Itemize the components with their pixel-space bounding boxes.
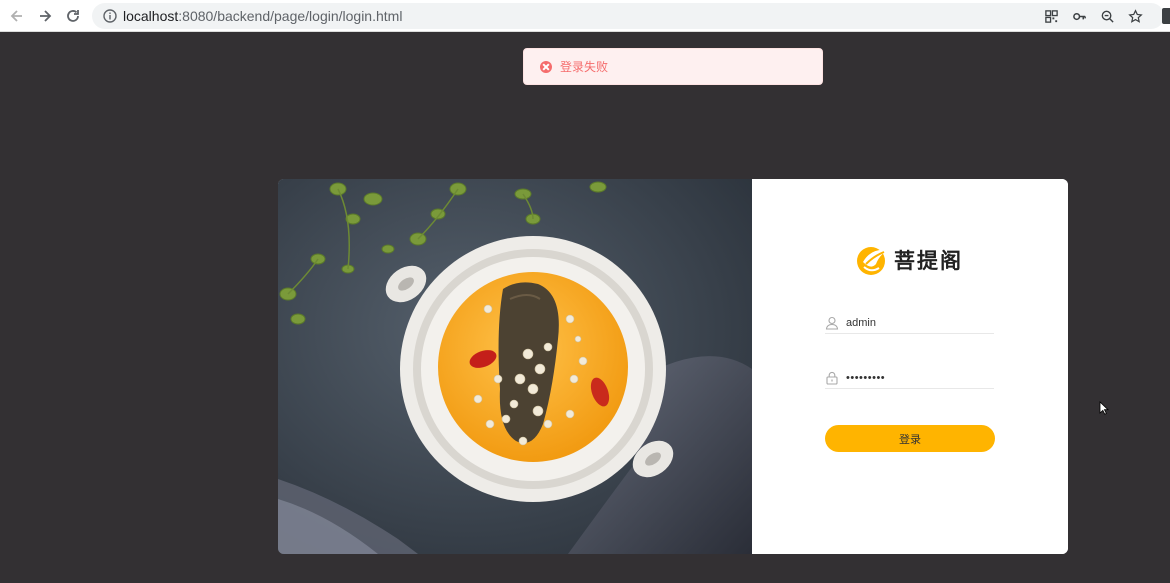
brand-mark-icon bbox=[857, 247, 887, 275]
url-path: :8080/backend/page/login/login.html bbox=[178, 8, 403, 24]
reload-icon[interactable] bbox=[62, 5, 84, 27]
mouse-cursor-icon bbox=[1099, 401, 1109, 415]
password-input[interactable]: ••••••••• bbox=[846, 372, 885, 384]
username-field[interactable]: admin bbox=[825, 312, 994, 334]
brand-logo: 菩提阁 bbox=[854, 242, 963, 278]
zoom-out-icon[interactable] bbox=[1098, 7, 1116, 25]
error-message-text: 登录失败 bbox=[560, 60, 609, 74]
star-icon[interactable] bbox=[1126, 7, 1144, 25]
login-panel: 菩提阁 admin ••••••••• 登录 bbox=[752, 179, 1068, 554]
qr-code-icon[interactable] bbox=[1042, 7, 1060, 25]
url-host: localhost bbox=[123, 8, 179, 24]
address-bar[interactable]: localhost:8080/backend/page/login/login.… bbox=[92, 3, 1164, 29]
extension-icon[interactable] bbox=[1162, 8, 1170, 24]
user-icon bbox=[825, 316, 839, 330]
username-input[interactable]: admin bbox=[846, 317, 876, 329]
back-icon[interactable] bbox=[6, 5, 28, 27]
browser-toolbar: localhost:8080/backend/page/login/login.… bbox=[0, 0, 1170, 32]
login-card: 菩提阁 admin ••••••••• 登录 bbox=[278, 179, 1068, 554]
password-field[interactable]: ••••••••• bbox=[825, 367, 994, 389]
key-icon[interactable] bbox=[1070, 7, 1088, 25]
brand-name: 菩提阁 bbox=[894, 249, 963, 273]
error-icon bbox=[540, 60, 552, 73]
info-icon[interactable] bbox=[102, 8, 118, 24]
error-message: 登录失败 bbox=[523, 48, 823, 85]
login-button[interactable]: 登录 bbox=[825, 425, 995, 452]
lock-icon bbox=[826, 371, 838, 385]
forward-icon[interactable] bbox=[34, 5, 56, 27]
food-image bbox=[278, 179, 752, 554]
url-text[interactable]: localhost:8080/backend/page/login/login.… bbox=[123, 8, 402, 24]
